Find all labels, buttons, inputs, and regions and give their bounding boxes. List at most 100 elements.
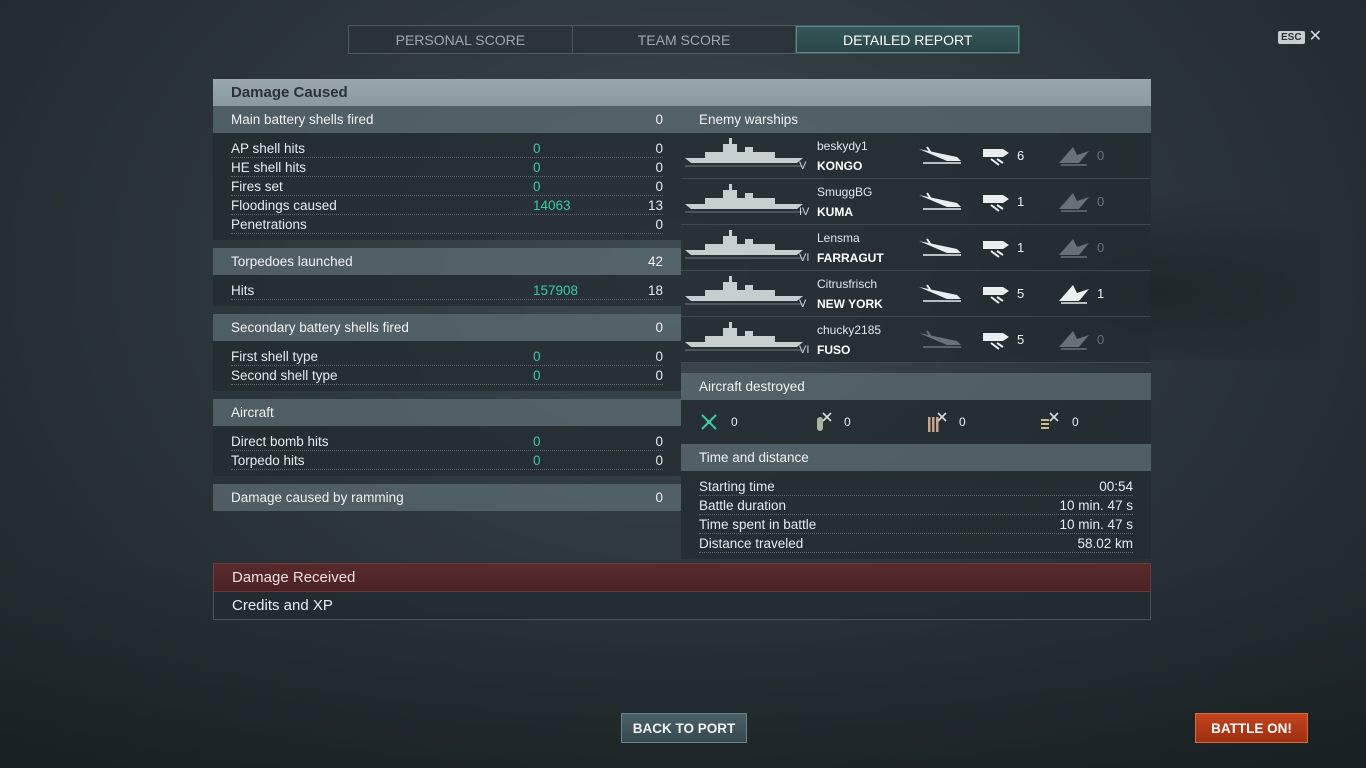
- stat-damage: 0: [533, 367, 541, 383]
- aircraft-details: Direct bomb hits 0 0 Torpedo hits 0 0: [213, 426, 681, 476]
- torpedoes-header: Torpedoes launched 42: [213, 248, 681, 275]
- stat-label: Direct bomb hits: [231, 433, 329, 449]
- aircraft-bomber-count: 0: [844, 415, 851, 429]
- close-icon[interactable]: ✕: [1309, 29, 1322, 45]
- stat-count: 0: [655, 433, 663, 449]
- torpedo-bomber-icon: [928, 412, 947, 432]
- flooding-caused-icon: [1059, 239, 1089, 258]
- stat-label: First shell type: [231, 348, 319, 364]
- enemy-warship-row: VI Lensma FARRAGUT 1 0: [681, 225, 1151, 271]
- aircraft-bomber-stat: 0: [812, 411, 925, 433]
- tab-personal-score[interactable]: PERSONAL SCORE: [349, 26, 573, 53]
- ramming-header: Damage caused by ramming 0: [213, 484, 681, 511]
- stat-count: 0: [655, 452, 663, 468]
- enemy-warship-row: Vbeskydy1 KONGO 6 0: [681, 133, 1151, 179]
- ship-name: FUSO: [817, 342, 851, 357]
- stat-row: Floodings caused 14063 13: [231, 196, 663, 215]
- stat-label: Penetrations: [231, 216, 307, 232]
- aircraft-destroyed-header: Aircraft destroyed: [681, 373, 1151, 400]
- flooding-stat: 1: [1057, 281, 1104, 305]
- stat-count: 0: [655, 140, 663, 156]
- ship-name: KUMA: [817, 204, 853, 219]
- ramming-value: 0: [655, 490, 663, 505]
- ship-image: V: [685, 274, 807, 314]
- stat-count: 0: [655, 159, 663, 175]
- ship-tier: V: [799, 297, 807, 310]
- aircraft-fighter-stat: 0: [699, 412, 812, 432]
- aircraft-dive-bomber-count: 0: [1072, 415, 1079, 429]
- back-to-port-button[interactable]: BACK TO PORT: [621, 713, 747, 743]
- torpedo-hit-icon: [983, 149, 1009, 166]
- enemy-warships-title: Enemy warships: [699, 112, 799, 127]
- flooding-count: 0: [1097, 193, 1105, 209]
- secondary-value: 0: [655, 320, 663, 335]
- flooding-caused-icon: [1059, 331, 1089, 350]
- ship-silhouette-icon: [685, 275, 803, 304]
- stat-damage: 0: [533, 178, 541, 194]
- player-name: SmuggBG: [817, 184, 873, 199]
- torpedoes-details: Hits 157908 18: [213, 275, 681, 306]
- stat-row: Torpedo hits 0 0: [231, 451, 663, 470]
- ship-tier: V: [799, 159, 807, 172]
- stat-count: 0: [655, 178, 663, 194]
- ship-name: FARRAGUT: [817, 250, 884, 265]
- flooding-count: 0: [1097, 147, 1105, 163]
- enemy-warship-row: VI chucky2185 FUSO 5 0: [681, 317, 1151, 363]
- aircraft-fighter-count: 0: [731, 415, 738, 429]
- stat-row: Penetrations 0: [231, 215, 663, 234]
- ship-sunk-icon: [919, 330, 961, 348]
- main-battery-label: Main battery shells fired: [231, 112, 374, 127]
- tab-team-score[interactable]: TEAM SCORE: [573, 26, 797, 53]
- ship-tier: VI: [799, 343, 810, 356]
- stat-damage: 0: [533, 159, 541, 175]
- time-distance-title: Time and distance: [699, 450, 809, 465]
- torpedoes-label: Torpedoes launched: [231, 254, 353, 269]
- flooding-caused-icon: [1059, 147, 1089, 166]
- stat-row: Hits 157908 18: [231, 281, 663, 300]
- ship-image: VI: [685, 320, 809, 360]
- ship-silhouette-icon: [685, 183, 803, 212]
- stat-damage: 0: [533, 348, 541, 364]
- tab-detailed-report[interactable]: DETAILED REPORT: [796, 26, 1020, 53]
- flooding-caused-icon: [1059, 193, 1089, 212]
- stat-label: Hits: [231, 282, 255, 298]
- stat-count: 13: [647, 197, 663, 213]
- flooding-count: 0: [1097, 331, 1105, 347]
- damage-received-section[interactable]: Damage Received: [213, 563, 1151, 592]
- credits-xp-section[interactable]: Credits and XP: [213, 592, 1151, 620]
- stat-damage: 0: [533, 452, 541, 468]
- ship-silhouette-icon: [685, 321, 803, 350]
- close-button[interactable]: ESC ✕: [1278, 29, 1322, 45]
- ship-name: KONGO: [817, 158, 863, 173]
- ship-names: Lensma FARRAGUT: [817, 231, 915, 265]
- damage-caused-header[interactable]: Damage Caused: [213, 79, 1151, 106]
- ship-names: chucky2185 FUSO: [817, 323, 915, 357]
- stat-damage: 0: [533, 433, 541, 449]
- time-distance-details: Starting time 00:54 Battle duration 10 m…: [681, 471, 1151, 559]
- flooding-stat: 0: [1057, 143, 1104, 167]
- main-battery-header: Main battery shells fired 0: [213, 106, 681, 133]
- battle-on-button[interactable]: BATTLE ON!: [1195, 713, 1308, 743]
- aircraft-header: Aircraft: [213, 399, 681, 426]
- torpedo-hit-count: 5: [1017, 285, 1025, 301]
- stat-count: 18: [647, 282, 663, 298]
- time-value: 00:54: [1099, 478, 1133, 494]
- time-row: Starting time 00:54: [699, 477, 1133, 496]
- torpedo-hit-icon: [983, 241, 1009, 258]
- main-battery-value: 0: [655, 112, 663, 127]
- time-row: Distance traveled 58.02 km: [699, 534, 1133, 553]
- flooding-count: 1: [1097, 285, 1105, 301]
- time-value: 10 min. 47 s: [1059, 497, 1133, 513]
- ship-silhouette-icon: [685, 137, 803, 166]
- stat-label: Fires set: [231, 178, 283, 194]
- enemy-warship-list: Vbeskydy1 KONGO 6 0 IV SmuggBG KUMA 1 0 VI Lensma F…: [681, 133, 1151, 363]
- time-row: Time spent in battle 10 min. 47 s: [699, 515, 1133, 534]
- stat-row: Direct bomb hits 0 0: [231, 432, 663, 451]
- aircraft-torpedo-bomber-count: 0: [959, 415, 966, 429]
- ship-image: V: [685, 136, 807, 176]
- enemy-warship-row: V Citrusfrisch NEW YORK 5 1: [681, 271, 1151, 317]
- aircraft-destroyed-title: Aircraft destroyed: [699, 379, 805, 394]
- ship-sunk-icon: [919, 238, 961, 256]
- torpedo-hit-count: 5: [1017, 331, 1025, 347]
- stat-damage: 0: [533, 140, 541, 156]
